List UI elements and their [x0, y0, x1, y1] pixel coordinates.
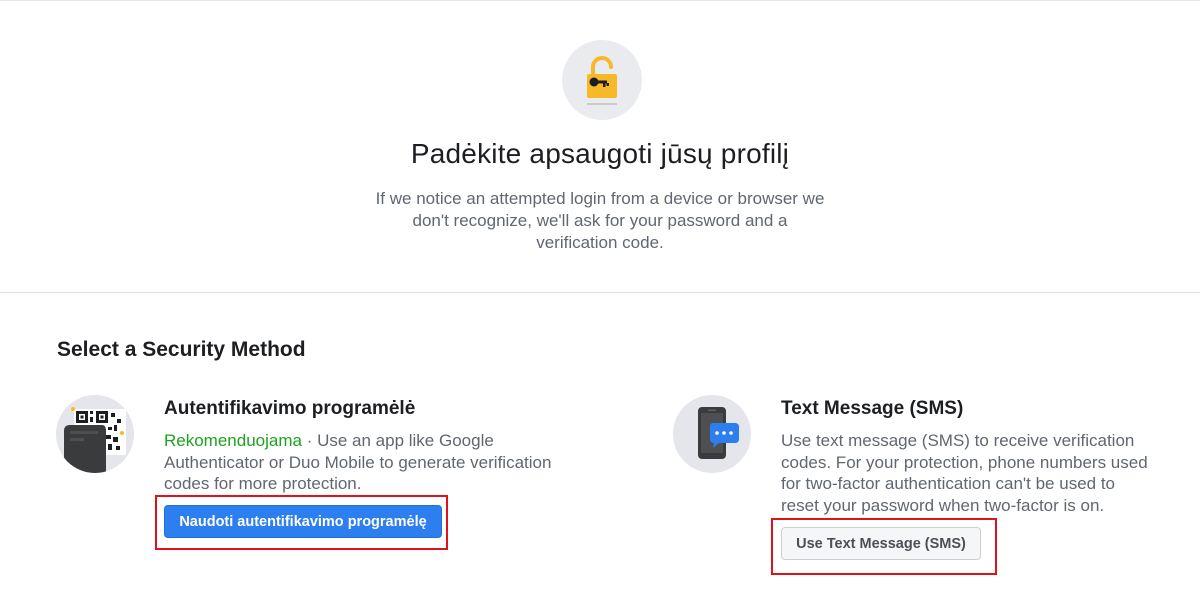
- phone-message-icon: [673, 395, 751, 473]
- use-authenticator-app-button[interactable]: Naudoti autentifikavimo programėlę: [164, 505, 442, 538]
- hero-section: Padėkite apsaugoti jūsų profilį If we no…: [0, 0, 1200, 292]
- section-title: Select a Security Method: [57, 338, 306, 361]
- method-description-sms: Use text message (SMS) to receive verifi…: [781, 431, 1148, 515]
- page-title: Padėkite apsaugoti jūsų profilį: [410, 138, 790, 169]
- method-description-authenticator: Rekomenduojama · Use an app like Google …: [164, 430, 564, 495]
- separator-dot: ·: [301, 431, 318, 450]
- lock-key-icon: [562, 40, 642, 120]
- section-divider: [0, 292, 1200, 293]
- method-title-authenticator: Autentifikavimo programėlė: [164, 398, 416, 419]
- use-text-message-button[interactable]: Use Text Message (SMS): [781, 527, 981, 560]
- qr-code-icon: [56, 395, 134, 473]
- method-title-sms: Text Message (SMS): [781, 398, 964, 419]
- page-description: If we notice an attempted login from a d…: [375, 189, 825, 252]
- recommended-label: Rekomenduojama: [164, 431, 302, 450]
